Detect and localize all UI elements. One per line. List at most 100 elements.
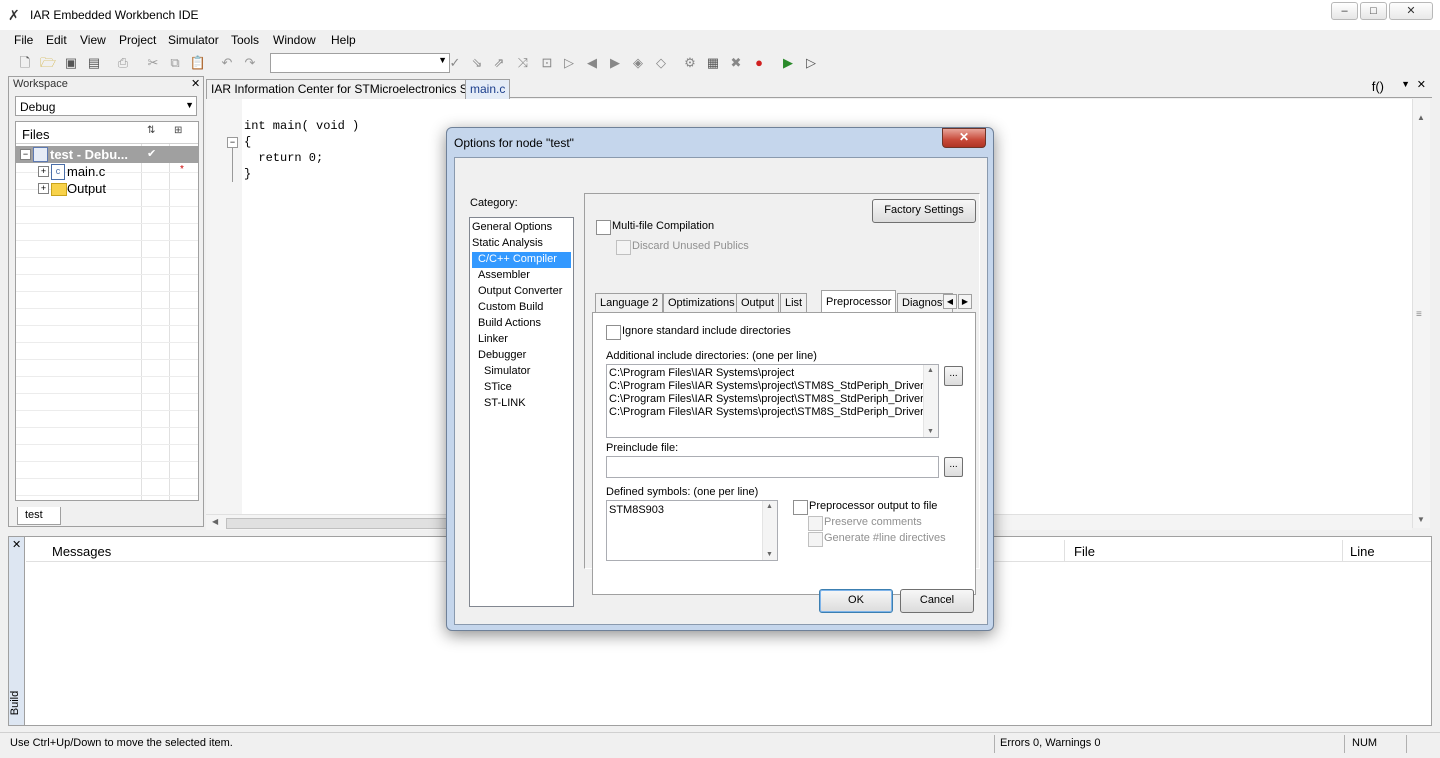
tree-item-output[interactable]: + Output — [16, 180, 198, 197]
breakpoint-icon[interactable]: ● — [750, 54, 768, 72]
browse-include-button[interactable]: ... — [944, 366, 963, 386]
close-window-button[interactable]: ✕ — [1389, 2, 1433, 20]
next-bookmark-icon[interactable]: ▶ — [606, 54, 624, 72]
navigate-back-icon[interactable]: ◈ — [629, 54, 647, 72]
menu-window[interactable]: Window — [273, 33, 316, 47]
scroll-down-icon[interactable]: ▼ — [927, 428, 934, 435]
scroll-down-icon[interactable]: ▼ — [1417, 515, 1425, 524]
toggle-bookmark-icon[interactable]: ✓ — [446, 54, 464, 72]
workspace-tab[interactable]: test — [17, 507, 61, 525]
find-prev-icon[interactable]: ⇗ — [490, 54, 508, 72]
menu-tools[interactable]: Tools — [231, 33, 259, 47]
navigate-forward-icon[interactable]: ◇ — [652, 54, 670, 72]
minimize-button[interactable]: – — [1331, 2, 1358, 20]
menu-project[interactable]: Project — [119, 33, 156, 47]
category-c-cpp-compiler[interactable]: C/C++ Compiler — [472, 252, 571, 268]
include-dirs-textarea[interactable]: C:\Program Files\IAR Systems\project C:\… — [606, 364, 939, 438]
browse-preinclude-button[interactable]: ... — [944, 457, 963, 477]
undo-icon[interactable]: ↶ — [218, 54, 236, 72]
cut-icon[interactable]: ✂ — [144, 54, 162, 72]
save-icon[interactable]: ▣ — [62, 54, 80, 72]
ignore-std-checkbox[interactable] — [606, 325, 621, 340]
category-general-options[interactable]: General Options — [472, 221, 552, 233]
include-dirs-scrollbar[interactable]: ▲ ▼ — [923, 365, 938, 437]
close-icon[interactable]: ✕ — [1417, 78, 1426, 91]
ok-button[interactable]: OK — [819, 589, 893, 613]
make-icon[interactable]: ▦ — [704, 54, 722, 72]
messages-column[interactable]: Messages — [52, 544, 111, 559]
scroll-left-icon[interactable]: ◀ — [212, 517, 218, 526]
preserve-comments-checkbox[interactable] — [808, 516, 823, 531]
tab-output[interactable]: Output — [736, 293, 780, 313]
menu-help[interactable]: Help — [331, 33, 356, 47]
factory-settings-button[interactable]: Factory Settings — [872, 199, 976, 223]
redo-icon[interactable]: ↷ — [241, 54, 259, 72]
category-static-analysis[interactable]: Static Analysis — [472, 237, 543, 249]
replace-icon[interactable]: ⤨ — [514, 54, 532, 72]
tab-scroll-left-icon[interactable]: ◀ — [943, 294, 957, 309]
collapse-icon[interactable]: − — [20, 149, 31, 160]
menu-file[interactable]: File — [14, 33, 33, 47]
find-next-icon[interactable]: ⇘ — [468, 54, 486, 72]
line-column[interactable]: Line — [1350, 544, 1375, 559]
vertical-scrollbar[interactable]: ▲ ≡ ▼ — [1412, 99, 1430, 528]
function-navigator[interactable]: f() — [1372, 79, 1384, 94]
defined-symbols-textarea[interactable]: STM8S903 ▲ ▼ — [606, 500, 778, 561]
menu-edit[interactable]: Edit — [46, 33, 67, 47]
tab-preprocessor[interactable]: Preprocessor — [821, 290, 897, 314]
maximize-button[interactable]: □ — [1360, 2, 1387, 20]
paste-icon[interactable]: 📋 — [189, 54, 207, 72]
scroll-grip-icon[interactable]: ≡ — [1416, 309, 1422, 320]
category-debugger[interactable]: Debugger — [478, 349, 526, 361]
open-folder-icon[interactable]: 🗁 — [39, 54, 57, 72]
configuration-select[interactable]: Debug ▼ — [15, 96, 197, 116]
scroll-up-icon[interactable]: ▲ — [1417, 113, 1425, 122]
category-linker[interactable]: Linker — [478, 333, 508, 345]
category-build-actions[interactable]: Build Actions — [478, 317, 541, 329]
category-custom-build[interactable]: Custom Build — [478, 301, 543, 313]
defined-symbols-scrollbar[interactable]: ▲ ▼ — [762, 501, 777, 560]
goto-icon[interactable]: ⊡ — [538, 54, 556, 72]
cancel-button[interactable]: Cancel — [900, 589, 974, 613]
tree-item-main-c[interactable]: + c main.c * — [16, 163, 198, 180]
tree-item-project[interactable]: − test - Debu... ✔ — [16, 146, 198, 163]
print-icon[interactable]: ⎙ — [114, 54, 132, 72]
tab-scroll-right-icon[interactable]: ▶ — [958, 294, 972, 309]
menu-simulator[interactable]: Simulator — [168, 33, 219, 47]
expand-icon[interactable]: + — [38, 166, 49, 177]
scroll-up-icon[interactable]: ▲ — [766, 503, 773, 510]
tab-info-center[interactable]: IAR Information Center for STMicroelectr… — [206, 79, 497, 99]
preinclude-input[interactable] — [606, 456, 939, 478]
bookmark-icon[interactable]: ▷ — [560, 54, 578, 72]
category-list[interactable]: General Options Static Analysis C/C++ Co… — [469, 217, 574, 607]
scroll-up-icon[interactable]: ▲ — [927, 367, 934, 374]
file-column[interactable]: File — [1074, 544, 1095, 559]
generate-line-checkbox[interactable] — [808, 532, 823, 547]
category-output-converter[interactable]: Output Converter — [478, 285, 562, 297]
fold-icon[interactable]: − — [227, 137, 238, 148]
close-icon[interactable]: ✕ — [12, 538, 21, 551]
category-simulator[interactable]: Simulator — [484, 365, 530, 377]
new-file-icon[interactable]: 🗋 — [16, 54, 34, 72]
tab-list[interactable]: List — [780, 293, 808, 313]
expand-icon[interactable]: + — [38, 183, 49, 194]
copy-icon[interactable]: ⧉ — [166, 54, 184, 72]
download-debug-icon[interactable]: ▶ — [779, 54, 797, 72]
compile-icon[interactable]: ⚙ — [681, 54, 699, 72]
tab-main-c[interactable]: main.c — [465, 79, 511, 99]
tab-language-2[interactable]: Language 2 — [595, 293, 664, 313]
discard-unused-checkbox[interactable] — [616, 240, 631, 255]
find-combo[interactable]: ▼ — [270, 53, 450, 73]
prev-bookmark-icon[interactable]: ◀ — [583, 54, 601, 72]
close-icon[interactable]: ✕ — [191, 77, 200, 90]
scroll-thumb[interactable] — [226, 518, 460, 529]
multi-file-checkbox[interactable] — [596, 220, 611, 235]
scroll-down-icon[interactable]: ▼ — [766, 551, 773, 558]
save-all-icon[interactable]: ▤ — [85, 54, 103, 72]
chevron-down-icon[interactable]: ▼ — [1401, 79, 1410, 89]
build-tab-label[interactable]: Build — [9, 691, 21, 715]
category-assembler[interactable]: Assembler — [478, 269, 530, 281]
tab-optimizations[interactable]: Optimizations — [663, 293, 740, 313]
stop-build-icon[interactable]: ✖ — [727, 54, 745, 72]
pp-output-checkbox[interactable] — [793, 500, 808, 515]
